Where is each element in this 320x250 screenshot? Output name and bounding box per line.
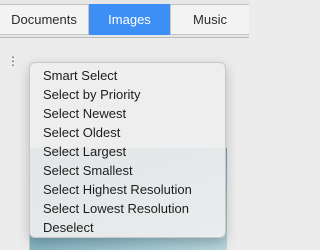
menu-item-select-newest[interactable]: Select Newest (30, 104, 225, 123)
menu-item-select-smallest[interactable]: Select Smallest (30, 161, 225, 180)
dots-icon: ⋮ (7, 54, 19, 68)
select-options-button[interactable]: ⋮ (6, 54, 20, 68)
menu-item-select-largest[interactable]: Select Largest (30, 142, 225, 161)
menu-item-smart-select[interactable]: Smart Select (30, 66, 225, 85)
tab-documents[interactable]: Documents (0, 4, 89, 35)
menu-item-deselect[interactable]: Deselect (30, 218, 225, 237)
selection-menu: Smart Select Select by Priority Select N… (29, 62, 226, 238)
tab-bar: Documents Images Music (0, 0, 249, 38)
tab-images[interactable]: Images (89, 4, 170, 35)
menu-item-select-by-priority[interactable]: Select by Priority (30, 85, 225, 104)
menu-item-select-oldest[interactable]: Select Oldest (30, 123, 225, 142)
menu-item-select-highest-resolution[interactable]: Select Highest Resolution (30, 180, 225, 199)
menu-item-select-lowest-resolution[interactable]: Select Lowest Resolution (30, 199, 225, 218)
tab-music[interactable]: Music (170, 4, 249, 35)
